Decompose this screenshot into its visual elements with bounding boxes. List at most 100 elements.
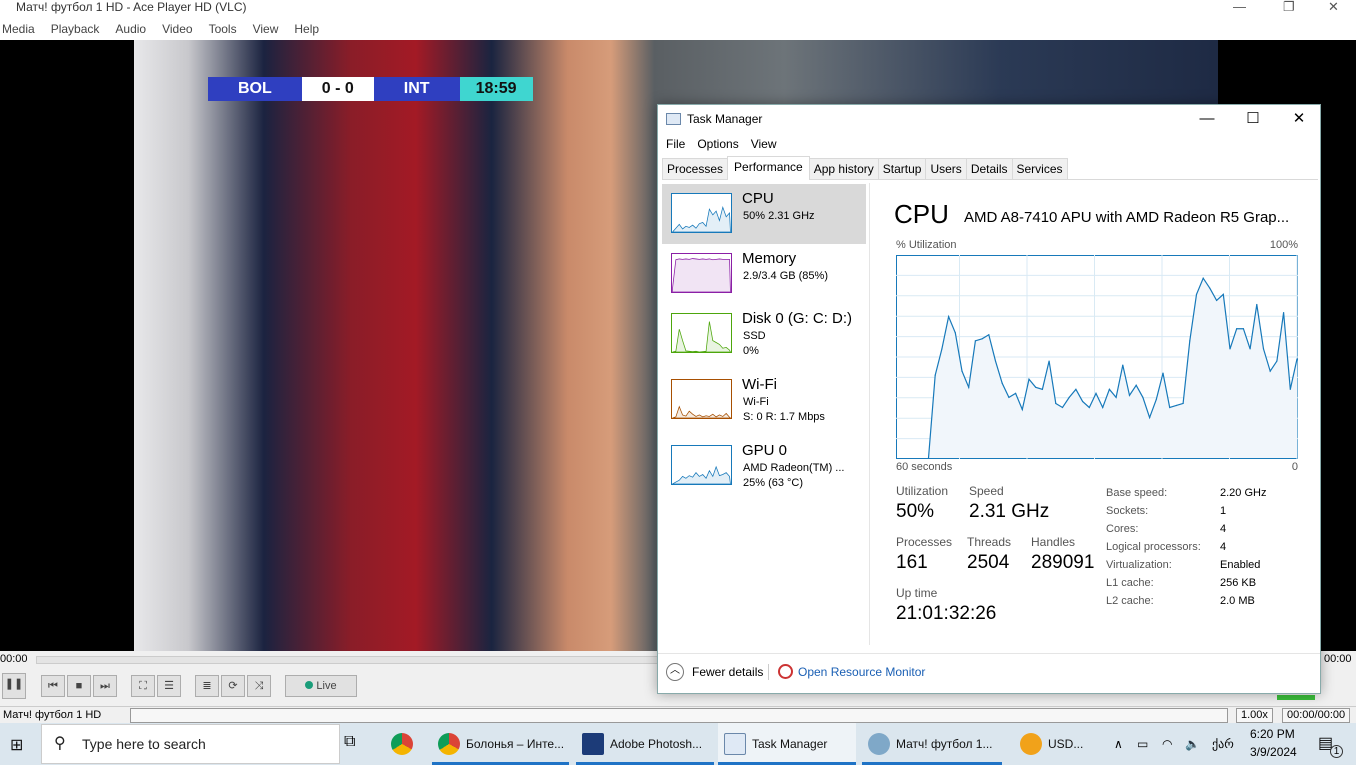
cpu-point [1015,392,1017,394]
live-button[interactable]: Live [285,675,357,697]
playlist-button[interactable]: ≣ [195,675,219,697]
cpu-point [1142,396,1144,398]
language-indicator[interactable]: ქარ [1212,723,1234,765]
stop-button[interactable]: ■ [67,675,91,697]
tm-maximize-button[interactable]: ☐ [1230,105,1276,133]
menu-video[interactable]: Video [162,18,192,40]
tab-users[interactable]: Users [925,158,967,179]
cpu-point [1102,406,1104,409]
cpu-point [1189,340,1191,342]
search-placeholder: Type here to search [82,736,206,752]
cpu-point [1202,277,1204,279]
tm-menu-view[interactable]: View [751,133,777,155]
taskbar-item-vlc[interactable]: Матч! футбол 1... [862,723,1002,765]
spec-label: Logical processors: [1106,541,1201,553]
volume-slider[interactable] [1277,695,1315,700]
menu-audio[interactable]: Audio [115,18,146,40]
taskbar-item-usd[interactable]: USD... [1014,723,1104,765]
clock-time[interactable]: 6:20 PM [1250,727,1295,741]
loop-button[interactable]: ⟳ [221,675,245,697]
sidebar-l1: AMD Radeon(TM) ... [743,462,845,474]
cpu-point [927,457,930,459]
divider [768,664,769,680]
extended-settings-button[interactable]: ☰ [157,675,181,697]
menu-help[interactable]: Help [294,18,319,40]
cpu-model: AMD A8-7410 APU with AMD Radeon R5 Grap.… [964,209,1290,226]
restore-button[interactable]: ❐ [1283,0,1295,14]
sidebar-item-wi-fi[interactable]: Wi-Fi Wi-Fi S: 0 R: 1.7 Mbps [662,370,866,430]
tab-services[interactable]: Services [1011,158,1068,179]
fullscreen-button[interactable]: ⛶ [131,675,155,697]
volume-icon[interactable]: 🔈 [1185,723,1200,765]
cpu-point [1249,348,1251,350]
shuffle-button[interactable]: ⤨ [247,675,271,697]
tm-title: Task Manager [687,112,763,126]
handles-label: Handles [1031,535,1076,549]
cpu-point [1075,388,1077,390]
graph-xlabel: 60 seconds [896,461,953,473]
taskbar-item-chrome-bologna[interactable]: Болонья – Инте... [432,723,569,765]
graph-xmin: 0 [1291,461,1298,473]
sidebar-item-gpu[interactable]: GPU 0 AMD Radeon(TM) ... 25% (63 °C) [662,436,866,496]
menu-playback[interactable]: Playback [51,18,100,40]
tm-menu-file[interactable]: File [666,133,685,155]
pause-button[interactable]: ❚❚ [2,673,26,699]
tab-app-history[interactable]: App history [808,158,879,179]
task-view-icon[interactable]: ⧉ [344,733,355,751]
cpu-point [1088,406,1090,409]
tm-close-button[interactable]: ✕ [1276,105,1322,133]
close-button[interactable]: ✕ [1328,0,1339,14]
mini-graph [671,445,732,485]
spec-label: Sockets: [1106,505,1149,517]
fewer-details-button[interactable]: Fewer details [692,654,763,690]
sidebar-item-memory[interactable]: Memory 2.9/3.4 GB (85%) [662,244,866,304]
tab-processes[interactable]: Processes [662,158,729,179]
menu-tools[interactable]: Tools [209,18,237,40]
uptime-label: Up time [896,586,938,600]
cpu-point [1242,328,1244,330]
open-resource-monitor-link[interactable]: Open Resource Monitor [798,654,925,690]
chevron-up-icon[interactable]: ︿ [666,663,684,681]
tm-footer: ︿ Fewer details Open Resource Monitor [658,653,1320,689]
sidebar-item-cpu[interactable]: CPU 50% 2.31 GHz [662,184,866,244]
ace-player-icon [868,733,890,755]
live-dot-icon [305,681,314,689]
taskbar-search[interactable]: ⚲ Type here to search [41,724,340,764]
spec-value: 4 [1220,523,1227,535]
windows-start-icon[interactable]: ⊞ [10,735,23,755]
clock-date[interactable]: 3/9/2024 [1250,745,1297,759]
taskbar-item-label: Матч! футбол 1... [896,737,993,751]
match-clock: 18:59 [459,77,533,101]
perf-sidebar: CPU 50% 2.31 GHz Memory 2.9/3.4 GB (85%) Dis… [658,183,870,645]
next-button[interactable]: ⏭ [93,675,117,697]
tab-performance[interactable]: Performance [727,156,810,180]
sidebar-item-disk[interactable]: Disk 0 (G: C: D:) SSD 0% [662,304,866,364]
processes-label: Processes [896,535,953,549]
cpu-point [954,332,956,334]
taskbar-item-photoshop[interactable]: Adobe Photosh... [576,723,714,765]
chrome-icon[interactable] [391,733,413,755]
cpu-point [1061,406,1064,409]
tab-startup[interactable]: Startup [877,158,927,179]
tm-minimize-button[interactable]: — [1184,105,1230,133]
cpu-point [1122,364,1124,366]
battery-icon[interactable]: ▭ [1137,723,1148,765]
sidebar-l2: S: 0 R: 1.7 Mbps [743,411,825,423]
playback-speed[interactable]: 1.00x [1236,708,1273,723]
wifi-icon[interactable]: ◠ [1162,723,1172,765]
cpu-point [1175,404,1177,407]
tm-tabs: Processes Performance App history Startup Us… [662,156,1318,180]
menu-media[interactable]: Media [2,18,35,40]
previous-button[interactable]: ⏮ [41,675,65,697]
cpu-point [1082,400,1084,403]
task-manager-window: Task Manager — ☐ ✕ File Options View Process… [657,104,1321,694]
minimize-button[interactable]: — [1233,0,1246,14]
tab-details[interactable]: Details [965,158,1013,179]
scoreboard: BOL 0 - 0 INT 18:59 [208,77,533,101]
spec-value: 2.0 MB [1220,595,1255,607]
tm-title-bar: Task Manager — ☐ ✕ [658,105,1320,133]
show-hidden-icons[interactable]: ∧ [1114,723,1123,765]
menu-view[interactable]: View [253,18,279,40]
taskbar-item-task-manager[interactable]: Task Manager [718,723,856,765]
tm-menu-options[interactable]: Options [697,133,738,155]
